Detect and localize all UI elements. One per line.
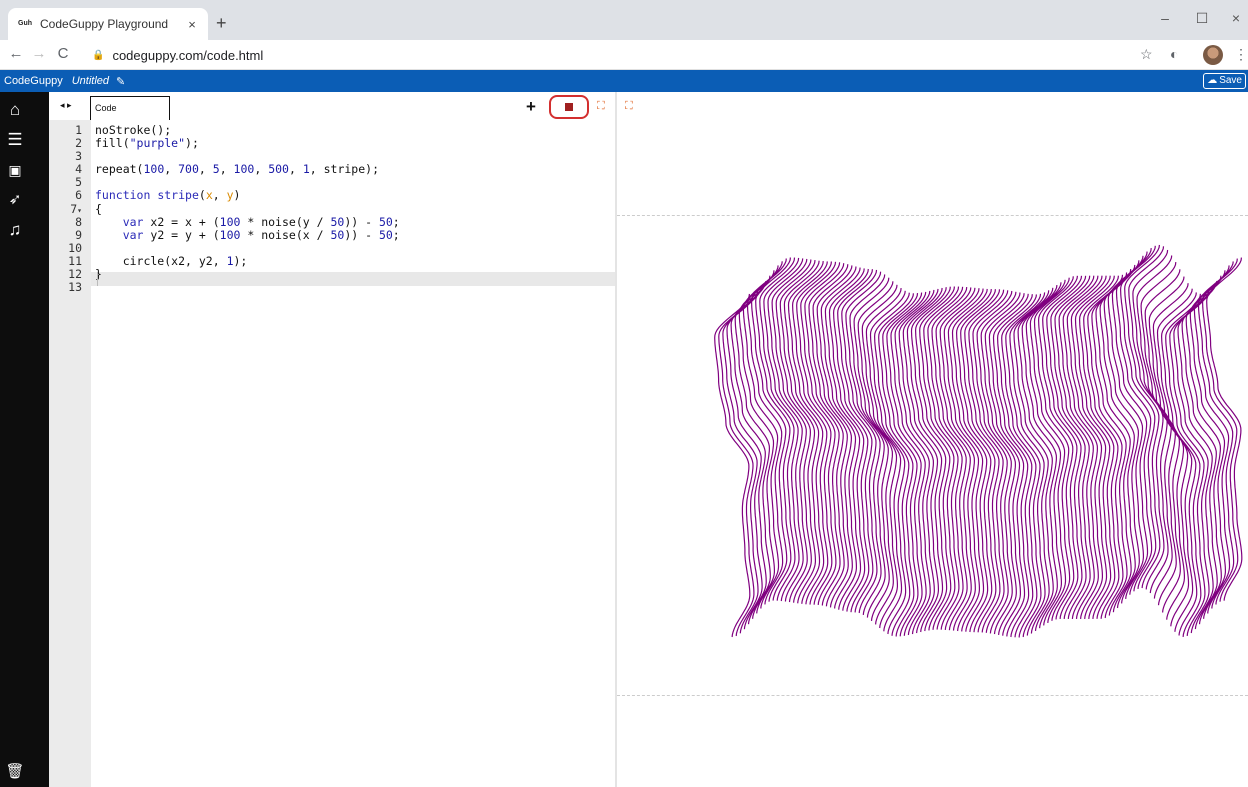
new-tab-button[interactable]: + [216, 14, 227, 32]
home-icon[interactable]: ⌂ [0, 100, 30, 120]
generative-art [714, 244, 1243, 638]
back-arrow-icon[interactable]: ← [7, 46, 25, 62]
tab-close-icon[interactable]: × [184, 17, 200, 32]
reload-icon[interactable]: C [54, 46, 72, 62]
bookmark-star-icon[interactable]: ☆ [1140, 46, 1153, 62]
browser-menu-icon[interactable]: ⋮ [1234, 46, 1248, 62]
address-bar[interactable]: 🔒 codeguppy.com/code.html [92, 46, 263, 64]
app-header: CodeGuppy Untitled ✎ ☁ Save [0, 70, 1248, 92]
profile-avatar[interactable] [1203, 45, 1223, 65]
add-file-button[interactable]: + [526, 98, 536, 115]
music-icon[interactable]: ♫ [0, 220, 30, 240]
lock-icon: 🔒 [92, 49, 105, 61]
trash-icon[interactable]: 🗑 [0, 762, 30, 782]
fullscreen-output-icon[interactable]: ⛶ [625, 101, 633, 112]
browser-tab[interactable]: Guh CodeGuppy Playground × [8, 8, 208, 40]
menu-icon[interactable]: ☰ [0, 130, 30, 150]
pencil-icon[interactable]: ✎ [116, 75, 125, 88]
forward-arrow-icon[interactable]: → [30, 46, 48, 62]
image-icon[interactable]: ▣ [0, 160, 30, 180]
stop-icon [565, 103, 573, 111]
noise-stripes [714, 244, 1243, 638]
project-name[interactable]: Untitled [72, 75, 109, 87]
browser-tabstrip: Guh CodeGuppy Playground × + – ☐ × [0, 0, 1248, 40]
indent-guide [97, 272, 98, 286]
close-window-button[interactable]: × [1226, 10, 1246, 26]
tab-code[interactable]: Code [90, 96, 170, 120]
fullscreen-editor-icon[interactable]: ⛶ [597, 101, 605, 112]
panel-toggle-icon[interactable]: ◂ ▸ [60, 100, 72, 111]
app-name[interactable]: CodeGuppy [4, 75, 63, 87]
url-text: codeguppy.com/code.html [112, 47, 264, 63]
rocket-icon[interactable]: ➶ [0, 190, 30, 210]
codeguppy-favicon-icon: Guh [18, 20, 32, 27]
save-label: Save [1219, 75, 1242, 86]
save-button[interactable]: ☁ Save [1203, 73, 1246, 89]
left-sidebar: ⌂ ☰ ▣ ➶ ♫ 🗑 [0, 92, 49, 787]
active-line-highlight [91, 272, 615, 286]
tab-title: CodeGuppy Playground [40, 17, 169, 31]
output-canvas[interactable] [617, 215, 1248, 696]
cloud-icon: ☁ [1207, 75, 1218, 86]
browser-toolbar: ← → C 🔒 codeguppy.com/code.html ☆ ◐ ⋮ [0, 40, 1248, 70]
extension-icon[interactable]: ◐ [1170, 46, 1178, 62]
minimize-button[interactable]: – [1155, 10, 1175, 26]
maximize-button[interactable]: ☐ [1192, 10, 1212, 27]
stop-button[interactable] [549, 95, 589, 119]
